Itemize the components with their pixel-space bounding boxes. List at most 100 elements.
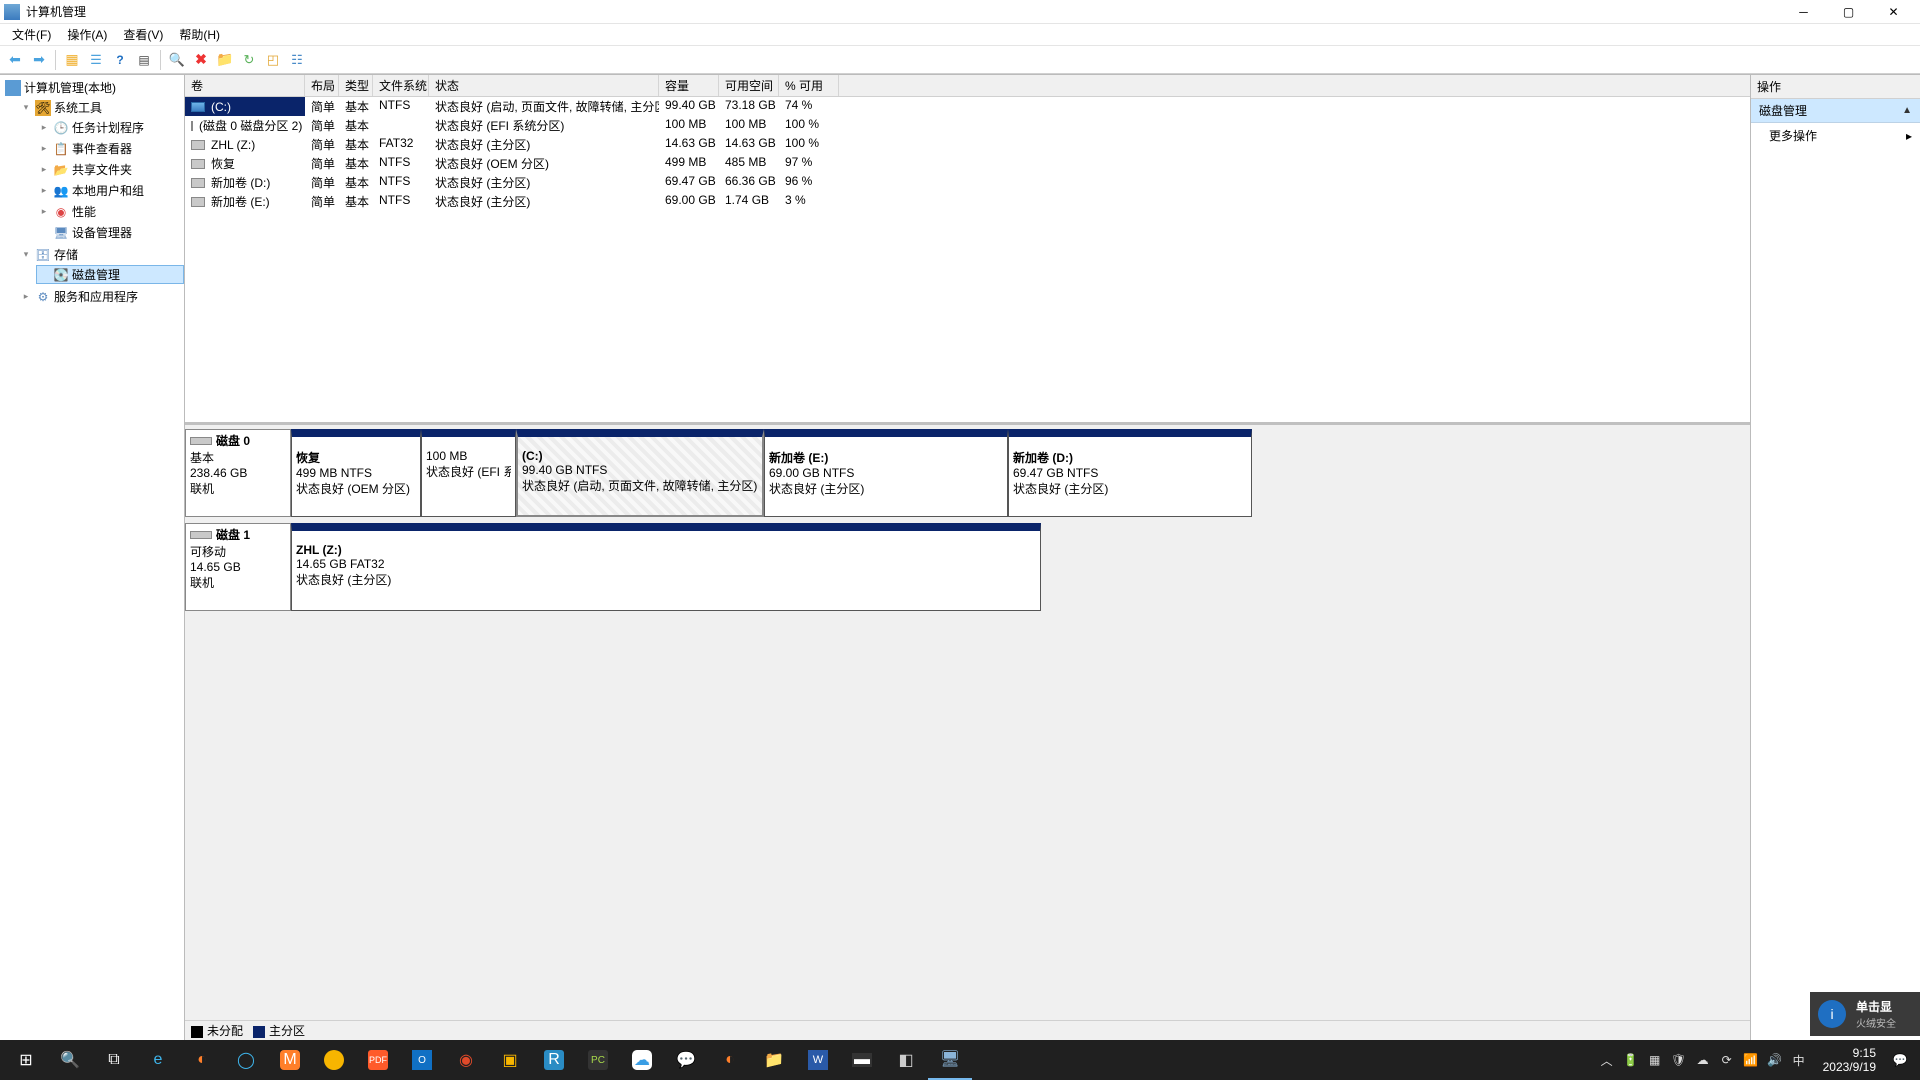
taskbar-explorer[interactable]: 📁 [752, 1040, 796, 1080]
list-button[interactable]: ☷ [286, 49, 308, 71]
partition[interactable]: 100 MB状态良好 (EFI 系 [421, 429, 516, 517]
expander-icon[interactable]: ▸ [38, 143, 50, 154]
tray-volume-icon[interactable]: 🔊 [1765, 1046, 1785, 1074]
expander-icon[interactable]: ▸ [38, 185, 50, 196]
actions-more[interactable]: 更多操作 ▸ [1751, 123, 1920, 148]
taskbar-app-orange[interactable]: M [268, 1040, 312, 1080]
volume-row[interactable]: ZHL (Z:)简单基本FAT32状态良好 (主分区)14.63 GB14.63… [185, 135, 1750, 154]
tray-wifi-icon[interactable]: 📶 [1741, 1046, 1761, 1074]
tray-notifications-icon[interactable]: 💬 [1890, 1046, 1910, 1074]
menubar: 文件(F) 操作(A) 查看(V) 帮助(H) [0, 24, 1920, 46]
refresh-button[interactable]: ↻ [238, 49, 260, 71]
expander-icon[interactable]: ▾ [20, 249, 32, 260]
col-filesystem[interactable]: 文件系统 [373, 75, 429, 96]
expander-icon[interactable]: ▸ [20, 291, 32, 302]
tree-disk-management[interactable]: 💽磁盘管理 [36, 265, 184, 284]
tray-onedrive-icon[interactable]: ☁ [1693, 1046, 1713, 1074]
task-view-button[interactable]: ⧉ [92, 1040, 136, 1080]
expander-icon[interactable]: ▸ [38, 206, 50, 217]
taskbar-app-yellow[interactable] [312, 1040, 356, 1080]
disk-meta[interactable]: 磁盘 1可移动14.65 GB联机 [185, 523, 291, 611]
taskbar-app-r[interactable]: R [532, 1040, 576, 1080]
taskbar-pycharm[interactable]: PC [576, 1040, 620, 1080]
new-folder-button[interactable]: 📁 [214, 49, 236, 71]
taskbar-wechat[interactable]: 💬 [664, 1040, 708, 1080]
taskbar-edge[interactable]: ◯ [224, 1040, 268, 1080]
users-icon: 👥 [53, 183, 69, 199]
partition[interactable]: ZHL (Z:)14.65 GB FAT32状态良好 (主分区) [291, 523, 1041, 611]
tray-ime-icon[interactable]: 中 [1789, 1046, 1809, 1074]
taskbar-firefox2[interactable]: ◐ [708, 1040, 752, 1080]
tree-event-viewer[interactable]: ▸📋事件查看器 [36, 139, 184, 158]
menu-view[interactable]: 查看(V) [115, 24, 171, 45]
col-layout[interactable]: 布局 [305, 75, 339, 96]
taskbar-app-generic[interactable]: ◧ [884, 1040, 928, 1080]
taskbar-app-cloud[interactable]: ☁ [620, 1040, 664, 1080]
volume-row[interactable]: 新加卷 (E:)简单基本NTFS状态良好 (主分区)69.00 GB1.74 G… [185, 192, 1750, 211]
actions-header: 操作 [1751, 75, 1920, 99]
tree-performance[interactable]: ▸◉性能 [36, 202, 184, 221]
actions-group-disk[interactable]: 磁盘管理 ▲ [1751, 99, 1920, 123]
close-button[interactable]: ✕ [1871, 0, 1916, 24]
partition[interactable]: 恢复499 MB NTFS状态良好 (OEM 分区) [291, 429, 421, 517]
volume-row[interactable]: 恢复简单基本NTFS状态良好 (OEM 分区)499 MB485 MB97 % [185, 154, 1750, 173]
taskbar-app-red[interactable]: ◉ [444, 1040, 488, 1080]
expander-icon[interactable]: ▸ [38, 164, 50, 175]
col-volume[interactable]: 卷 [185, 75, 305, 96]
col-percent[interactable]: % 可用 [779, 75, 839, 96]
taskbar-firefox[interactable]: ◐ [180, 1040, 224, 1080]
tree-device-manager[interactable]: 🖥设备管理器 [36, 223, 184, 242]
help-button[interactable]: ? [109, 49, 131, 71]
tray-battery-icon[interactable]: 🔋 [1621, 1046, 1641, 1074]
menu-file[interactable]: 文件(F) [4, 24, 59, 45]
col-type[interactable]: 类型 [339, 75, 373, 96]
show-hide-tree-button[interactable]: ▦ [61, 49, 83, 71]
nav-back-button[interactable]: ⬅ [4, 49, 26, 71]
tray-app-icon[interactable]: ▦ [1645, 1046, 1665, 1074]
tray-shield-icon[interactable]: 🛡 [1669, 1046, 1689, 1074]
partition[interactable]: 新加卷 (E:)69.00 GB NTFS状态良好 (主分区) [764, 429, 1008, 517]
menu-action[interactable]: 操作(A) [59, 24, 115, 45]
tray-overflow-icon[interactable]: ︿ [1597, 1046, 1617, 1074]
volume-row[interactable]: (C:)简单基本NTFS状态良好 (启动, 页面文件, 故障转储, 主分区)99… [185, 97, 1750, 116]
menu-help[interactable]: 帮助(H) [171, 24, 228, 45]
tree-task-scheduler[interactable]: ▸🕒任务计划程序 [36, 118, 184, 137]
tree-root[interactable]: 计算机管理(本地) [0, 78, 184, 97]
taskbar-word[interactable]: W [796, 1040, 840, 1080]
search-button[interactable]: 🔍 [48, 1040, 92, 1080]
legend-primary-swatch [253, 1026, 265, 1038]
local-button[interactable]: ◰ [262, 49, 284, 71]
partition[interactable]: (C:)99.40 GB NTFS状态良好 (启动, 页面文件, 故障转储, 主… [516, 429, 764, 517]
tree-local-users[interactable]: ▸👥本地用户和组 [36, 181, 184, 200]
taskbar-ie[interactable]: e [136, 1040, 180, 1080]
taskbar-terminal[interactable]: ▬ [840, 1040, 884, 1080]
notification-toast[interactable]: i 单击显 火绒安全 [1810, 992, 1920, 1036]
taskbar-compmgmt[interactable]: 🖥 [928, 1040, 972, 1080]
nav-forward-button[interactable]: ➡ [28, 49, 50, 71]
tray-sync-icon[interactable]: ⟳ [1717, 1046, 1737, 1074]
layers-button[interactable]: ☰ [85, 49, 107, 71]
find-button[interactable]: 🔍 [166, 49, 188, 71]
tree-storage[interactable]: ▾ 🗄 存储 [18, 245, 184, 264]
tree-shared-folders[interactable]: ▸📂共享文件夹 [36, 160, 184, 179]
delete-button[interactable]: ✖ [190, 49, 212, 71]
col-status[interactable]: 状态 [429, 75, 659, 96]
tree-system-tools[interactable]: ▾ 🛠 系统工具 [18, 98, 184, 117]
expander-icon[interactable]: ▾ [20, 102, 32, 113]
col-free[interactable]: 可用空间 [719, 75, 779, 96]
taskbar-outlook[interactable]: O [400, 1040, 444, 1080]
disk-meta[interactable]: 磁盘 0基本238.46 GB联机 [185, 429, 291, 517]
taskbar-vmware[interactable]: ▣ [488, 1040, 532, 1080]
expander-icon[interactable]: ▸ [38, 122, 50, 133]
minimize-button[interactable]: ─ [1781, 0, 1826, 24]
partition[interactable]: 新加卷 (D:)69.47 GB NTFS状态良好 (主分区) [1008, 429, 1252, 517]
volume-row[interactable]: 新加卷 (D:)简单基本NTFS状态良好 (主分区)69.47 GB66.36 … [185, 173, 1750, 192]
tree-services-apps[interactable]: ▸ ⚙ 服务和应用程序 [18, 287, 184, 306]
maximize-button[interactable]: ▢ [1826, 0, 1871, 24]
volume-row[interactable]: (磁盘 0 磁盘分区 2)简单基本状态良好 (EFI 系统分区)100 MB10… [185, 116, 1750, 135]
taskbar-clock[interactable]: 9:15 2023/9/19 [1813, 1046, 1886, 1075]
properties-button[interactable]: ▤ [133, 49, 155, 71]
col-capacity[interactable]: 容量 [659, 75, 719, 96]
start-button[interactable]: ⊞ [4, 1040, 48, 1080]
taskbar-app-pdf[interactable]: PDF [356, 1040, 400, 1080]
